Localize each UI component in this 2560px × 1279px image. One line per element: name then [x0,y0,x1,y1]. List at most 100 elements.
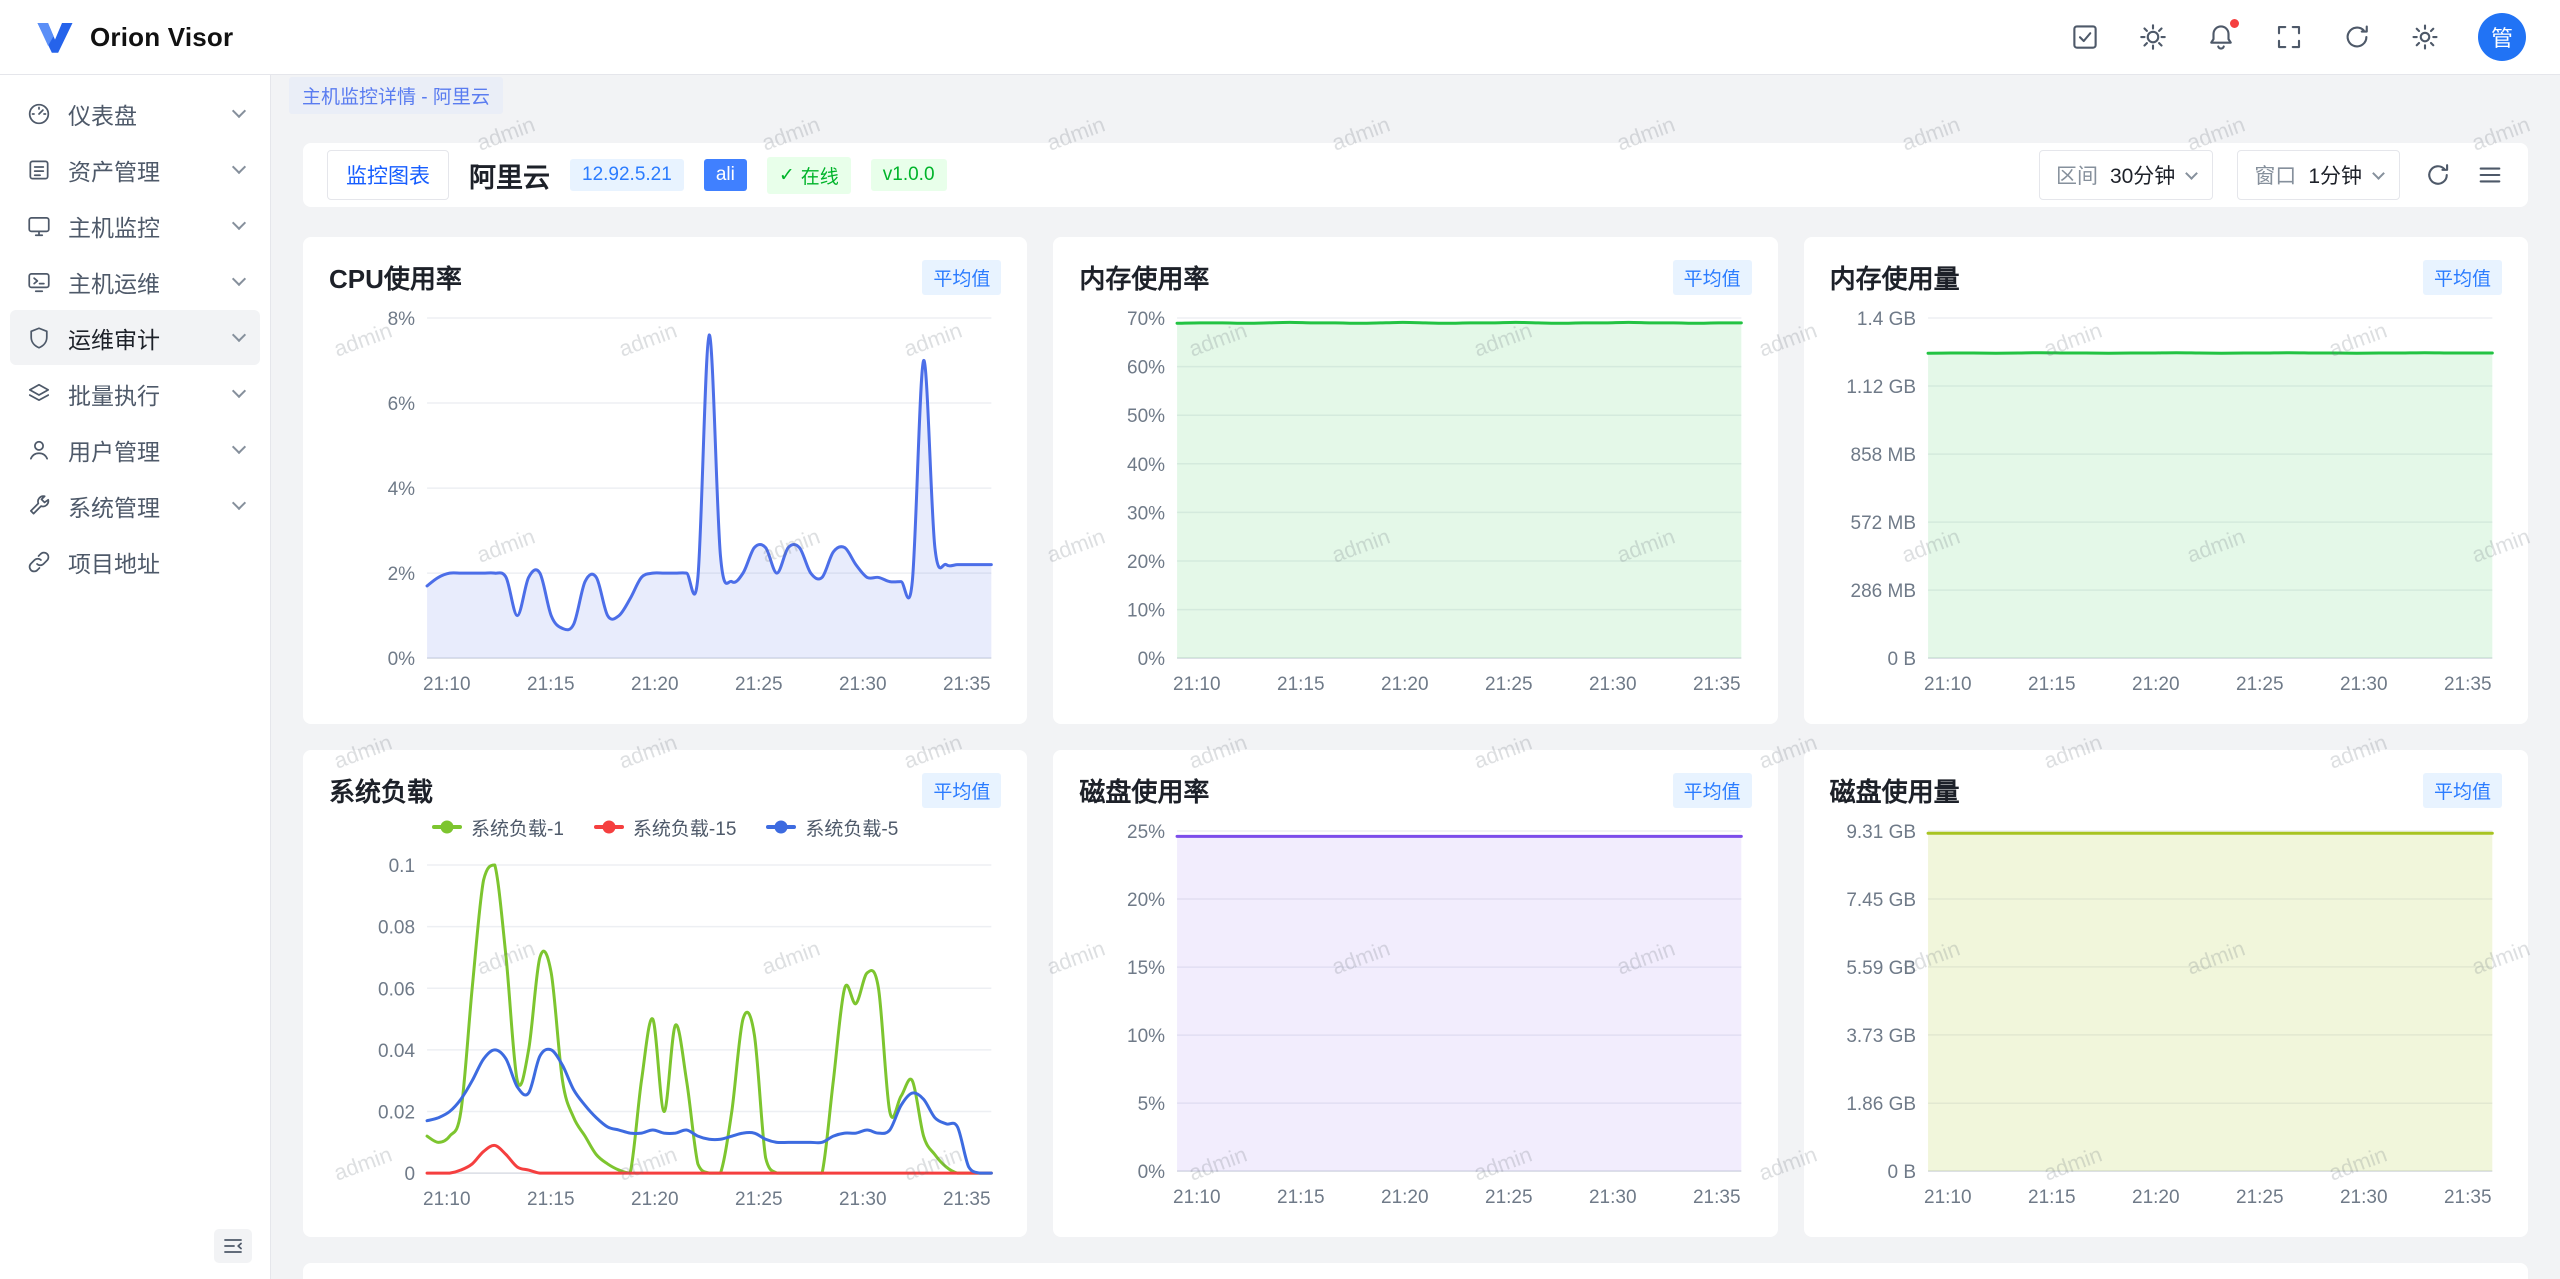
terminal-monitor-icon [26,269,52,295]
status-label: 在线 [801,162,839,189]
host-alias-tag: ali [704,159,747,191]
svg-text:25%: 25% [1127,822,1165,843]
sidebar-item-system-management[interactable]: 系统管理 [10,478,260,533]
legend-marker [766,825,796,829]
menu-fold-icon [221,1234,245,1258]
chevron-down-icon [2185,167,2198,180]
svg-text:21:15: 21:15 [1277,1187,1325,1208]
legend-item[interactable]: 系统负载-1 [432,814,564,841]
sidebar-item-dashboard[interactable]: 仪表盘 [10,86,260,141]
svg-text:30%: 30% [1127,503,1165,524]
svg-text:0%: 0% [388,649,416,670]
average-badge: 平均值 [922,260,1001,295]
sidebar-collapse-button[interactable] [214,1229,252,1263]
fullscreen-icon[interactable] [2274,22,2304,52]
sidebar-item-user-management[interactable]: 用户管理 [10,422,260,477]
chart-card-disk-usage-amount: 磁盘使用量 平均值 0 B1.86 GB3.73 GB5.59 GB7.45 G… [1804,750,2528,1237]
legend-item[interactable]: 系统负载-5 [766,814,898,841]
chevron-down-icon [232,104,246,118]
svg-text:286 MB: 286 MB [1850,581,1915,602]
svg-text:60%: 60% [1127,358,1165,379]
chart-title: 系统负载 [329,772,433,809]
shield-icon [26,325,52,351]
svg-text:21:20: 21:20 [2132,1187,2180,1208]
svg-text:0.04: 0.04 [378,1041,415,1062]
link-icon [26,549,52,575]
chart-title: 磁盘使用率 [1079,772,1209,809]
sidebar-item-project-link[interactable]: 项目地址 [10,534,260,589]
chart-legend: 系统负载-1 系统负载-15 系统负载-5 [329,811,1001,843]
svg-text:21:10: 21:10 [1173,1187,1221,1208]
sidebar-item-batch-exec[interactable]: 批量执行 [10,366,260,421]
chart-card-disk-usage-rate: 磁盘使用率 平均值 0%5%10%15%20%25%21:1021:1521:2… [1053,750,1777,1237]
svg-text:21:20: 21:20 [2132,674,2180,695]
svg-text:2%: 2% [388,564,416,585]
chart-card-system-load: 系统负载 平均值 系统负载-1系统负载-15系统负载-5 00.020.040.… [303,750,1027,1237]
chevron-down-icon [232,384,246,398]
legend-item[interactable]: 系统负载-15 [594,814,736,841]
cpu-usage-chart: 0%2%4%6%8%21:1021:1521:2021:2521:3021:35 [329,302,1001,702]
sidebar-item-host-ops[interactable]: 主机运维 [10,254,260,309]
chevron-down-icon [232,440,246,454]
system-load-chart: 00.020.040.060.080.121:1021:1521:2021:25… [329,849,1001,1217]
svg-text:9.31 GB: 9.31 GB [1846,822,1916,843]
svg-text:21:10: 21:10 [423,674,471,695]
task-check-icon[interactable] [2070,22,2100,52]
sidebar-item-label: 用户管理 [68,433,160,467]
sidebar-item-ops-audit[interactable]: 运维审计 [10,310,260,365]
svg-text:4%: 4% [388,479,416,500]
svg-text:21:35: 21:35 [1693,674,1741,695]
svg-text:21:10: 21:10 [1924,674,1972,695]
notification-bell-icon[interactable] [2206,22,2236,52]
chevron-down-icon [232,328,246,342]
brand: Orion Visor [34,16,233,58]
host-name: 阿里云 [469,156,550,195]
top-navbar: Orion Visor 管 [0,0,2560,75]
sidebar-item-label: 主机监控 [68,209,160,243]
svg-text:7.45 GB: 7.45 GB [1846,890,1916,911]
sidebar-item-assets[interactable]: 资产管理 [10,142,260,197]
svg-text:70%: 70% [1127,309,1165,330]
theme-sun-icon[interactable] [2138,22,2168,52]
host-version-tag: v1.0.0 [871,159,947,191]
svg-text:40%: 40% [1127,455,1165,476]
tool-wrench-icon [26,493,52,519]
memory-usage-amount-chart: 0 B286 MB572 MB858 MB1.12 GB1.4 GB21:102… [1830,302,2502,702]
svg-text:0%: 0% [1138,649,1166,670]
navbar-actions: 管 [2070,13,2526,61]
main-area: adminadminadminadminadminadminadminadmin… [271,75,2560,1279]
svg-text:1.12 GB: 1.12 GB [1846,377,1916,398]
interval-label: 区间 [2056,160,2098,190]
breadcrumb-chip: 主机监控详情 - 阿里云 [289,77,503,114]
breadcrumb: 主机监控详情 - 阿里云 [271,75,2560,115]
settings-gear-icon[interactable] [2410,22,2440,52]
interval-select[interactable]: 区间 30分钟 [2039,150,2213,200]
window-select[interactable]: 窗口 1分钟 [2237,150,2400,200]
svg-text:0%: 0% [1138,1162,1166,1183]
sidebar-item-label: 仪表盘 [68,97,137,131]
legend-marker [432,825,462,829]
user-icon [26,437,52,463]
user-avatar[interactable]: 管 [2478,13,2526,61]
legend-label: 系统负载-1 [471,814,564,841]
svg-text:21:20: 21:20 [1381,674,1429,695]
host-ip-tag: 12.92.5.21 [570,159,684,191]
svg-text:15%: 15% [1127,958,1165,979]
svg-text:21:25: 21:25 [1485,674,1533,695]
chart-title: CPU使用率 [329,259,462,296]
refresh-icon[interactable] [2342,22,2372,52]
chart-layout-list-icon[interactable] [2476,161,2504,189]
monitor-chart-button[interactable]: 监控图表 [327,150,449,200]
svg-text:6%: 6% [388,394,416,415]
svg-text:21:15: 21:15 [527,1189,575,1210]
chart-card-memory-usage-rate: 内存使用率 平均值 0%10%20%30%40%50%60%70%21:1021… [1053,237,1777,724]
refresh-charts-icon[interactable] [2424,161,2452,189]
memory-usage-rate-chart: 0%10%20%30%40%50%60%70%21:1021:1521:2021… [1079,302,1751,702]
svg-text:1.86 GB: 1.86 GB [1846,1094,1916,1115]
legend-label: 系统负载-15 [633,814,736,841]
svg-text:21:25: 21:25 [2236,1187,2284,1208]
svg-text:21:15: 21:15 [2028,1187,2076,1208]
svg-text:21:20: 21:20 [631,674,679,695]
sidebar-item-host-monitoring[interactable]: 主机监控 [10,198,260,253]
disk-usage-rate-chart: 0%5%10%15%20%25%21:1021:1521:2021:2521:3… [1079,815,1751,1215]
